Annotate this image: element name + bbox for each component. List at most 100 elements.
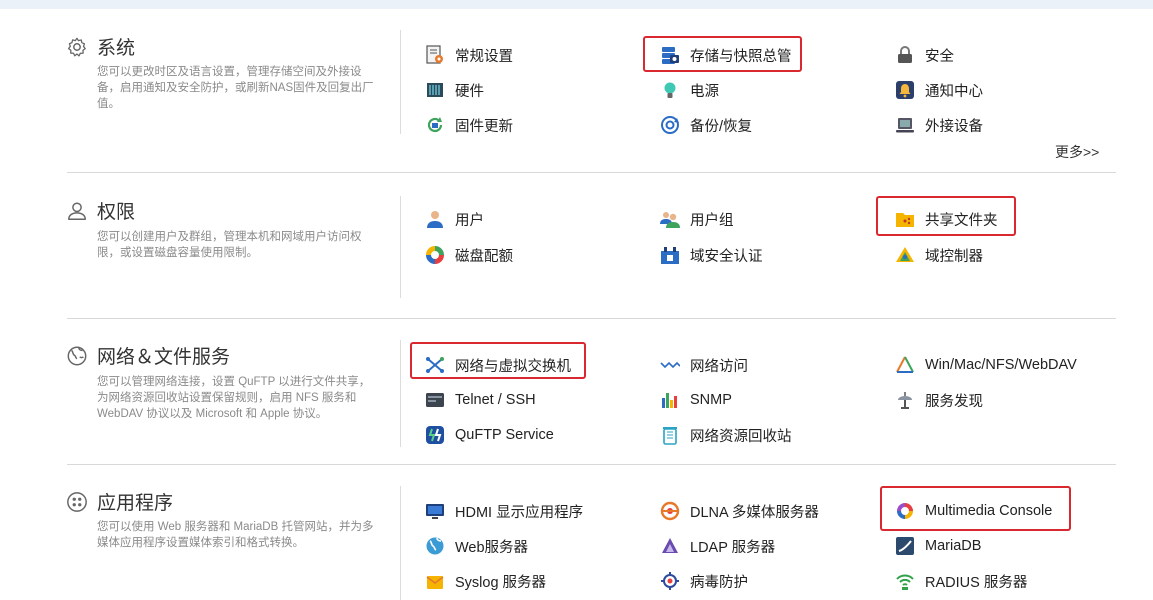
item-label: 病毒防护 [690, 574, 748, 591]
item-label: HDMI 显示应用程序 [455, 504, 584, 521]
item-label: 网络访问 [690, 358, 748, 375]
satellite-icon [895, 390, 915, 410]
lightbulb-icon [660, 80, 680, 100]
web-globe-icon [425, 536, 445, 556]
apps-grid-icon [67, 491, 87, 512]
mariadb-icon [895, 536, 915, 556]
section-desc-network: 您可以管理网络连接，设置 QuFTP 以进行文件共享，为网络资源回收站设置保留规… [97, 376, 371, 420]
item-web-server[interactable]: Web服务器 [425, 534, 528, 558]
hdmi-monitor-icon [425, 501, 445, 521]
bar-chart-icon [660, 390, 680, 410]
user-icon [425, 209, 445, 229]
antivirus-icon [660, 571, 680, 591]
highlight-box [643, 36, 802, 72]
user-icon [68, 201, 86, 220]
item-network-access[interactable]: 网络访问 [660, 353, 748, 377]
item-firmware-update[interactable]: 固件更新 [425, 113, 513, 137]
domain-security-icon [660, 245, 680, 265]
top-bar [0, 0, 1153, 9]
item-mariadb[interactable]: MariaDB [895, 534, 981, 558]
item-label: 域安全认证 [690, 248, 763, 265]
item-external-device[interactable]: 外接设备 [895, 113, 983, 137]
item-power[interactable]: 电源 [660, 78, 719, 102]
quftp-icon [425, 425, 445, 445]
section-desc-privilege: 您可以创建用户及群组，管理本机和网域用户访问权限，或设置磁盘容量使用限制。 [97, 231, 362, 259]
divider [400, 486, 401, 600]
more-link[interactable]: 更多>> [1055, 142, 1099, 162]
pie-chart-icon [425, 245, 445, 265]
network-access-icon [660, 355, 680, 375]
section-separator [67, 172, 1116, 173]
item-label: 外接设备 [925, 118, 983, 135]
item-label: 常规设置 [455, 48, 513, 65]
item-label: LDAP 服务器 [690, 539, 776, 556]
item-label: Telnet / SSH [455, 392, 536, 408]
item-recycle-bin[interactable]: 网络资源回收站 [660, 423, 792, 447]
section-title-network: 网络＆文件服务 [97, 347, 231, 368]
item-label: Syslog 服务器 [455, 574, 547, 591]
item-snmp[interactable]: SNMP [660, 388, 732, 412]
section-apps-header: 应用程序 [66, 488, 173, 515]
item-label: 电源 [690, 83, 719, 100]
item-radius-server[interactable]: RADIUS 服务器 [895, 569, 1027, 593]
external-device-icon [895, 115, 915, 135]
highlight-box [880, 486, 1071, 531]
user-group-icon [660, 209, 680, 229]
item-security[interactable]: 安全 [895, 43, 954, 67]
section-separator [67, 318, 1116, 319]
item-quftp-service[interactable]: QuFTP Service [425, 423, 554, 447]
general-settings-icon [425, 45, 445, 65]
item-telnet-ssh[interactable]: Telnet / SSH [425, 388, 536, 412]
item-quota[interactable]: 磁盘配额 [425, 243, 513, 267]
recycle-bin-icon [660, 425, 680, 445]
item-backup-restore[interactable]: 备份/恢复 [660, 113, 752, 137]
item-syslog-server[interactable]: Syslog 服务器 [425, 569, 546, 593]
hardware-icon [425, 80, 445, 100]
section-privilege-header: 权限 [66, 197, 135, 224]
lock-icon [895, 45, 915, 65]
section-title-privilege: 权限 [97, 202, 136, 223]
item-hardware[interactable]: 硬件 [425, 78, 484, 102]
wifi-icon [895, 571, 915, 591]
item-hdmi-display[interactable]: HDMI 显示应用程序 [425, 499, 583, 523]
item-domain-security[interactable]: 域安全认证 [660, 243, 763, 267]
item-label: Web服务器 [455, 539, 529, 556]
item-service-discovery[interactable]: 服务发现 [895, 388, 983, 412]
item-notification-center[interactable]: 通知中心 [895, 78, 983, 102]
divider [400, 30, 401, 134]
item-dlna-server[interactable]: DLNA 多媒体服务器 [660, 499, 819, 523]
item-label: 安全 [925, 48, 954, 65]
item-label: 通知中心 [925, 83, 983, 100]
terminal-icon [425, 390, 445, 410]
item-label: 域控制器 [925, 248, 983, 265]
syslog-icon [425, 571, 445, 591]
item-label: RADIUS 服务器 [925, 574, 1028, 591]
section-desc-apps: 您可以使用 Web 服务器和 MariaDB 托管网站，并为多媒体应用程序设置媒… [97, 521, 374, 549]
item-users[interactable]: 用户 [425, 207, 484, 231]
divider [400, 340, 401, 447]
dlna-icon [660, 501, 680, 521]
item-user-groups[interactable]: 用户组 [660, 207, 734, 231]
item-win-mac-nfs-webdav[interactable]: Win/Mac/NFS/WebDAV [895, 353, 1077, 377]
item-label: DLNA 多媒体服务器 [690, 504, 819, 521]
globe-icon [67, 346, 87, 365]
item-label: 用户组 [690, 212, 734, 229]
highlight-box [410, 342, 586, 379]
item-label: MariaDB [925, 538, 982, 554]
item-label: 服务发现 [925, 393, 983, 410]
item-label: Win/Mac/NFS/WebDAV [925, 357, 1077, 373]
ldap-icon [660, 536, 680, 556]
item-general-settings[interactable]: 常规设置 [425, 43, 513, 67]
item-label: 用户 [455, 212, 484, 229]
item-antivirus[interactable]: 病毒防护 [660, 569, 748, 593]
item-ldap-server[interactable]: LDAP 服务器 [660, 534, 775, 558]
backup-icon [660, 115, 680, 135]
item-label: 磁盘配额 [455, 248, 513, 265]
section-desc-system: 您可以更改时区及语言设置，管理存储空间及外接设备，启用通知及安全防护，或刷新NA… [97, 66, 374, 110]
section-title-apps: 应用程序 [97, 493, 174, 514]
section-title-system: 系统 [97, 38, 136, 59]
item-label: 备份/恢复 [690, 118, 753, 135]
item-label: 网络资源回收站 [690, 428, 792, 445]
gear-icon [67, 37, 86, 57]
item-domain-controller[interactable]: 域控制器 [895, 243, 983, 267]
